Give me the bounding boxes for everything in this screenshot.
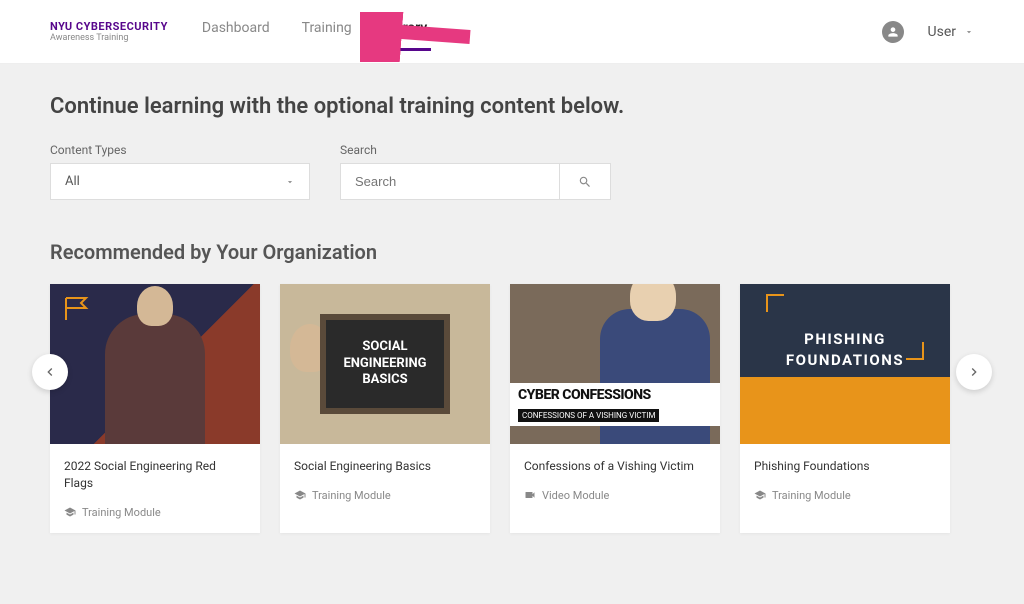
graduation-cap-icon xyxy=(64,506,76,518)
card-item[interactable]: 2022 Social Engineering Red Flags Traini… xyxy=(50,284,260,533)
card-type-label: Video Module xyxy=(542,489,609,502)
nav-library[interactable]: Library xyxy=(380,12,432,51)
caret-down-icon xyxy=(285,177,295,187)
thumbnail-overlay: CYBER CONFESSIONS CONFESSIONS OF A VISHI… xyxy=(510,383,720,426)
logo-subtitle: Awareness Training xyxy=(50,33,168,43)
cards-row: 2022 Social Engineering Red Flags Traini… xyxy=(50,284,974,533)
carousel-next-button[interactable] xyxy=(956,354,992,390)
thumbnail-text: PHISHING FOUNDATIONS xyxy=(786,329,904,371)
card-body: 2022 Social Engineering Red Flags Traini… xyxy=(50,444,260,533)
card-item[interactable]: CYBER CONFESSIONS CONFESSIONS OF A VISHI… xyxy=(510,284,720,533)
carousel: 2022 Social Engineering Red Flags Traini… xyxy=(50,284,974,533)
person-icon xyxy=(886,25,900,39)
card-thumbnail: PHISHING FOUNDATIONS xyxy=(740,284,950,444)
card-type-label: Training Module xyxy=(312,489,391,502)
graduation-cap-icon xyxy=(294,489,306,501)
overlay-title: CYBER CONFESSIONS xyxy=(518,387,712,403)
search-icon xyxy=(578,175,592,189)
chevron-left-icon xyxy=(42,364,58,380)
search-group xyxy=(340,163,611,200)
search-input[interactable] xyxy=(340,163,560,200)
graduation-cap-icon xyxy=(754,489,766,501)
chevron-right-icon xyxy=(966,364,982,380)
card-title: Confessions of a Vishing Victim xyxy=(524,458,706,475)
chalkboard-text: SOCIAL ENGINEERING BASICS xyxy=(334,339,436,390)
card-thumbnail: SOCIAL ENGINEERING BASICS xyxy=(280,284,490,444)
card-title: Phishing Foundations xyxy=(754,458,936,475)
card-body: Confessions of a Vishing Victim Video Mo… xyxy=(510,444,720,516)
corner-decoration xyxy=(906,342,924,360)
card-type: Training Module xyxy=(64,506,246,519)
search-filter: Search xyxy=(340,143,611,200)
content-types-filter: Content Types All xyxy=(50,143,310,200)
corner-decoration xyxy=(766,294,784,312)
content-types-select[interactable]: All xyxy=(50,163,310,200)
content-types-value: All xyxy=(65,174,80,189)
card-body: Social Engineering Basics Training Modul… xyxy=(280,444,490,516)
carousel-prev-button[interactable] xyxy=(32,354,68,390)
nav-training[interactable]: Training xyxy=(298,12,356,51)
card-type: Training Module xyxy=(754,489,936,502)
logo-title: NYU CYBERSECURITY xyxy=(50,20,168,33)
user-label: User xyxy=(928,24,956,40)
user-area: User xyxy=(882,21,974,43)
card-thumbnail: CYBER CONFESSIONS CONFESSIONS OF A VISHI… xyxy=(510,284,720,444)
card-title: 2022 Social Engineering Red Flags xyxy=(64,458,246,492)
content-types-label: Content Types xyxy=(50,143,310,157)
search-label: Search xyxy=(340,143,611,157)
caret-down-icon xyxy=(964,27,974,37)
card-type: Training Module xyxy=(294,489,476,502)
card-item[interactable]: PHISHING FOUNDATIONS Phishing Foundation… xyxy=(740,284,950,533)
user-avatar-icon[interactable] xyxy=(882,21,904,43)
chalkboard: SOCIAL ENGINEERING BASICS xyxy=(320,314,450,414)
pf-line1: PHISHING xyxy=(804,330,886,348)
pf-line2: FOUNDATIONS xyxy=(786,351,904,369)
flag-icon xyxy=(62,296,92,322)
overlay-subtitle: CONFESSIONS OF A VISHING VICTIM xyxy=(518,409,659,422)
card-body: Phishing Foundations Training Module xyxy=(740,444,950,516)
user-dropdown[interactable]: User xyxy=(928,24,974,40)
content: Continue learning with the optional trai… xyxy=(0,64,1024,604)
nav-dashboard[interactable]: Dashboard xyxy=(198,12,274,51)
section-title: Recommended by Your Organization xyxy=(50,240,974,264)
logo: NYU CYBERSECURITY Awareness Training xyxy=(50,20,168,43)
card-type-label: Training Module xyxy=(772,489,851,502)
header: NYU CYBERSECURITY Awareness Training Das… xyxy=(0,0,1024,64)
main-nav: Dashboard Training Library xyxy=(198,12,431,51)
card-thumbnail xyxy=(50,284,260,444)
card-title: Social Engineering Basics xyxy=(294,458,476,475)
video-icon xyxy=(524,489,536,501)
search-button[interactable] xyxy=(560,163,611,200)
card-type-label: Training Module xyxy=(82,506,161,519)
page-title: Continue learning with the optional trai… xyxy=(50,94,974,119)
card-item[interactable]: SOCIAL ENGINEERING BASICS Social Enginee… xyxy=(280,284,490,533)
filters: Content Types All Search xyxy=(50,143,974,200)
card-type: Video Module xyxy=(524,489,706,502)
person-silhouette xyxy=(105,314,205,444)
